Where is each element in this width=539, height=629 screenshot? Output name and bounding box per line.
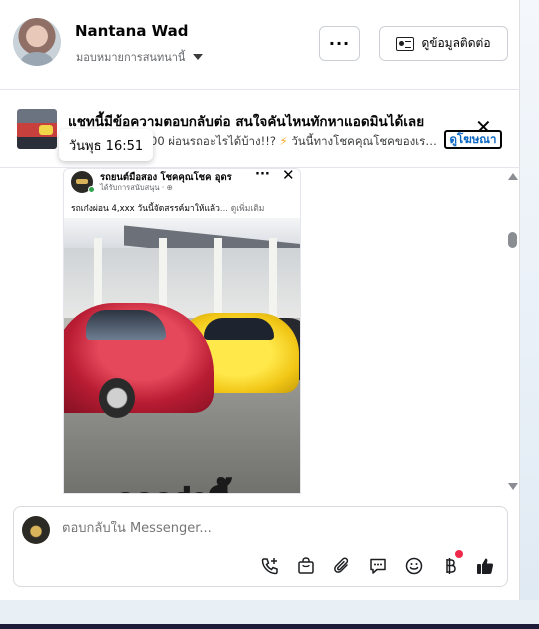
message-thread: รถยนต์มือสอง โชคคุณโชค อุดร ได้รับการสนั… bbox=[0, 168, 520, 494]
shared-ad-post[interactable]: รถยนต์มือสอง โชคคุณโชค อุดร ได้รับการสนั… bbox=[63, 168, 301, 494]
photo-car-wheel bbox=[99, 378, 135, 418]
conversation-panel: Nantana Wad มอบหมายการสนทนานี้ ··· ดูข้อ… bbox=[0, 0, 520, 600]
taskbar-edge bbox=[0, 624, 539, 629]
notification-dot bbox=[455, 550, 463, 558]
post-close-button[interactable]: ✕ bbox=[282, 169, 295, 184]
see-more-link[interactable]: ... ดูเพิ่มเติม bbox=[220, 204, 264, 214]
photo-car-yellow-window bbox=[204, 318, 274, 340]
assign-conversation-label: มอบหมายการสนทนานี้ bbox=[76, 51, 186, 64]
page-avatar bbox=[22, 516, 50, 544]
post-photo[interactable]: ถูกกว่านี้ bbox=[64, 218, 300, 494]
thread-scrollbar[interactable] bbox=[505, 168, 519, 494]
assign-conversation[interactable]: มอบหมายการสนทนานี้ bbox=[76, 48, 204, 66]
caret-down-icon bbox=[193, 54, 204, 60]
post-more-button[interactable]: ··· bbox=[255, 169, 270, 182]
view-ad-button[interactable]: ดูโฆษณา bbox=[444, 130, 502, 149]
id-card-icon bbox=[396, 36, 415, 51]
more-options-button[interactable]: ··· bbox=[319, 26, 360, 61]
paperclip-icon[interactable] bbox=[331, 555, 353, 577]
online-status-dot bbox=[88, 186, 95, 193]
saved-replies-icon[interactable] bbox=[367, 555, 389, 577]
contact-avatar[interactable] bbox=[13, 18, 61, 66]
ad-subtitle-prefix: 00 ผ่อนรถอะไรได้บ้าง!!? bbox=[150, 134, 276, 148]
timestamp-tooltip: วันพุธ 16:51 bbox=[59, 129, 153, 161]
contact-name[interactable]: Nantana Wad bbox=[75, 22, 189, 40]
post-meta: ได้รับการสนับสนุน · ⊕ bbox=[100, 183, 173, 192]
ad-subtitle: 00 ผ่อนรถอะไรได้บ้าง!!? ⚡ วันนี้ทางโชคคุ… bbox=[150, 133, 440, 151]
page-background-bottom bbox=[0, 600, 539, 624]
reply-input[interactable] bbox=[62, 521, 482, 536]
ad-subtitle-suffix: วันนี้ทางโชคคุณโชคของเรา... bbox=[291, 134, 440, 148]
post-body: รถเก๋งผ่อน 4,xxx วันนี้จัดสรรค์มาให้แล้ว bbox=[71, 204, 220, 214]
scroll-down-arrow-icon[interactable] bbox=[508, 483, 518, 490]
photo-overlay-text: ถูกกว่านี้ bbox=[115, 478, 232, 494]
scroll-thumb[interactable] bbox=[508, 232, 517, 248]
ad-thumbnail bbox=[17, 109, 57, 149]
scroll-up-arrow-icon[interactable] bbox=[508, 173, 518, 180]
view-contact-label: ดูข้อมูลติดต่อ bbox=[421, 36, 491, 50]
page-background bbox=[520, 0, 539, 629]
shopping-bag-icon[interactable] bbox=[295, 555, 317, 577]
lightning-icon: ⚡ bbox=[279, 134, 288, 148]
phone-add-icon[interactable] bbox=[259, 555, 281, 577]
view-contact-button[interactable]: ดูข้อมูลติดต่อ bbox=[379, 26, 508, 61]
post-text: รถเก๋งผ่อน 4,xxx วันนี้จัดสรรค์มาให้แล้ว… bbox=[71, 201, 299, 215]
photo-car-red-window bbox=[86, 310, 166, 340]
baht-icon[interactable] bbox=[439, 555, 461, 577]
like-icon[interactable] bbox=[474, 555, 496, 577]
reply-composer bbox=[13, 506, 508, 587]
emoji-icon[interactable] bbox=[403, 555, 425, 577]
conversation-header: Nantana Wad มอบหมายการสนทนานี้ ··· ดูข้อ… bbox=[0, 0, 520, 90]
